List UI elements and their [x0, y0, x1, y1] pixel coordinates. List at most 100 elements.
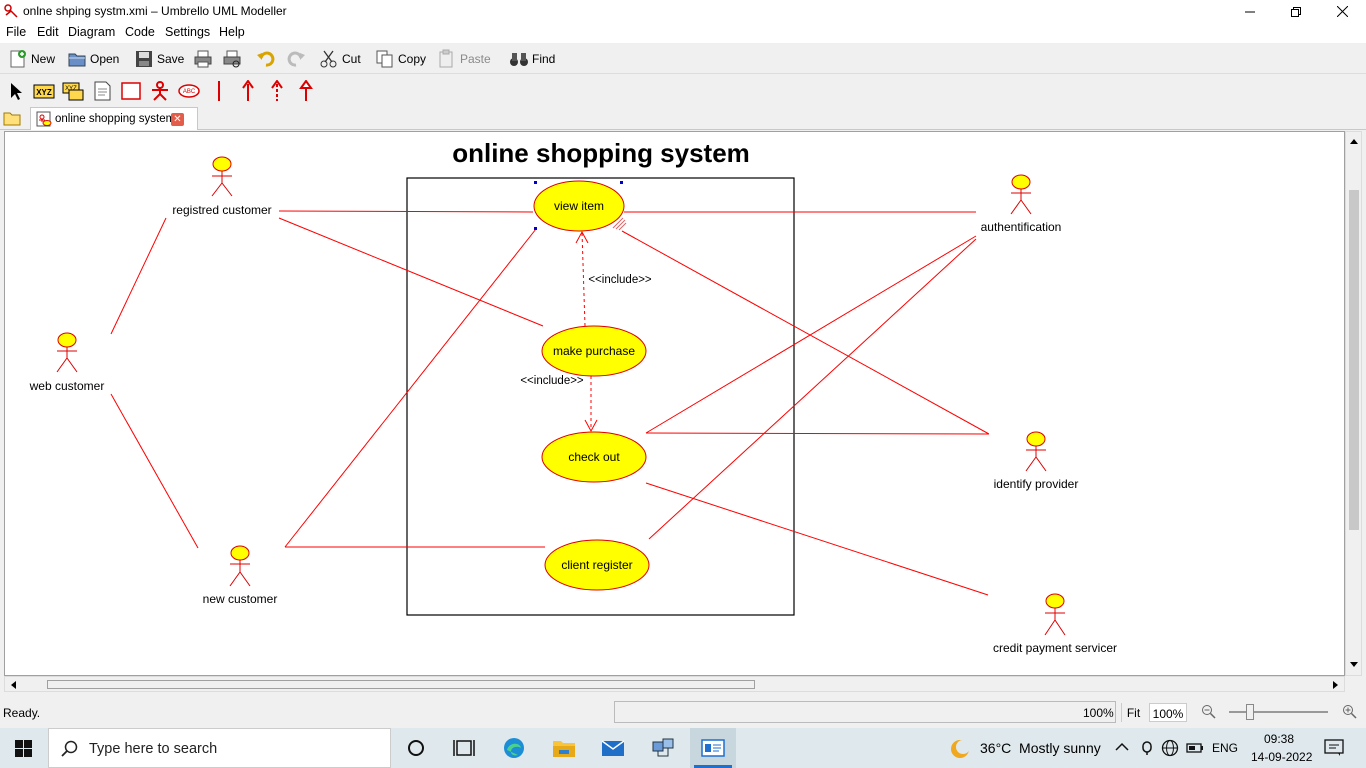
save-button[interactable]: Save: [134, 48, 184, 70]
zoom-input[interactable]: 100%: [1149, 703, 1187, 722]
taskbar-active-app[interactable]: [690, 728, 736, 768]
use-case-icon[interactable]: ABC: [178, 80, 200, 102]
menu-help[interactable]: Help: [219, 25, 245, 39]
tab-label: online shopping system: [55, 113, 176, 125]
menu-diagram[interactable]: Diagram: [68, 25, 115, 39]
minimize-button[interactable]: [1227, 0, 1273, 23]
weather-sun-icon[interactable]: [949, 738, 971, 760]
horizontal-scroll-thumb[interactable]: [47, 680, 755, 689]
clock-date[interactable]: 14-09-2022: [1251, 750, 1312, 764]
mail-icon[interactable]: [600, 736, 626, 760]
windows-start-icon[interactable]: [15, 740, 32, 757]
use-case-make-purchase[interactable]: make purchase: [541, 325, 647, 377]
close-button[interactable]: [1319, 0, 1365, 23]
restore-button[interactable]: [1273, 0, 1319, 23]
actor-authentification[interactable]: authentification: [981, 174, 1062, 234]
association-line[interactable]: [284, 228, 537, 548]
use-case-view-item[interactable]: view item: [533, 180, 627, 232]
file-explorer-icon[interactable]: [551, 736, 577, 760]
actor-registred-customer[interactable]: registred customer: [172, 156, 272, 217]
use-case-check-out[interactable]: check out: [541, 431, 647, 483]
fit-button[interactable]: Fit: [1121, 703, 1145, 722]
select-pointer-icon[interactable]: [5, 80, 27, 102]
open-button[interactable]: Open: [67, 48, 119, 70]
clock-time[interactable]: 09:38: [1264, 732, 1294, 746]
scroll-right-icon[interactable]: [1332, 680, 1340, 690]
copy-button[interactable]: Copy: [375, 48, 426, 70]
class-xyz-icon[interactable]: XYZ: [33, 80, 55, 102]
association-line[interactable]: [648, 238, 977, 540]
association-line[interactable]: [645, 482, 989, 596]
include-label: <<include>>: [588, 274, 652, 286]
association-line[interactable]: [645, 235, 977, 434]
generalization-icon[interactable]: [295, 80, 317, 102]
svg-text:new customer: new customer: [203, 592, 278, 606]
diagram-canvas[interactable]: online shopping system <<include>> <<inc…: [4, 131, 1345, 676]
find-button[interactable]: Find: [509, 48, 555, 70]
task-view-icon[interactable]: [451, 736, 477, 760]
association-line[interactable]: [278, 210, 534, 213]
selection-handle[interactable]: [534, 181, 537, 184]
print-button[interactable]: [193, 48, 213, 70]
association-line[interactable]: [645, 432, 990, 435]
actor-credit-payment-servicer[interactable]: credit payment servicer: [993, 593, 1117, 655]
vertical-scrollbar[interactable]: [1345, 131, 1362, 676]
actor-icon[interactable]: [149, 80, 171, 102]
zoom-slider[interactable]: [1229, 711, 1328, 713]
use-case-client-register[interactable]: client register: [544, 539, 650, 591]
selection-handle[interactable]: [620, 181, 623, 184]
menu-file[interactable]: File: [6, 25, 26, 39]
title-bar: onlne shping systm.xmi – Umbrello UML Mo…: [0, 0, 1366, 23]
redo-icon: [287, 51, 305, 67]
directed-association-icon[interactable]: [237, 80, 259, 102]
meet-now-icon[interactable]: [1140, 740, 1154, 756]
horizontal-scrollbar[interactable]: [4, 676, 1345, 692]
restore-icon: [1291, 6, 1301, 17]
chevron-up-icon[interactable]: [1115, 742, 1129, 752]
network-app-icon[interactable]: [650, 736, 676, 760]
zoom-slider-handle[interactable]: [1246, 704, 1254, 720]
box-icon[interactable]: [120, 80, 142, 102]
tab-online-shopping-system[interactable]: online shopping system ✕: [30, 107, 198, 130]
association-line[interactable]: [278, 217, 544, 327]
zoom-out-icon[interactable]: [1201, 704, 1217, 720]
include-line[interactable]: [581, 231, 586, 327]
association-line[interactable]: [110, 217, 167, 335]
cut-button[interactable]: Cut: [319, 48, 361, 70]
edge-browser-icon[interactable]: [501, 736, 527, 760]
paste-button[interactable]: Paste: [437, 48, 491, 70]
association-line[interactable]: [110, 393, 199, 549]
association-icon[interactable]: [208, 80, 230, 102]
scroll-down-icon[interactable]: [1349, 661, 1359, 669]
language-indicator[interactable]: ENG: [1212, 741, 1238, 755]
note-icon[interactable]: [91, 80, 113, 102]
zoom-level: 100%: [1083, 706, 1114, 720]
tab-close-icon[interactable]: ✕: [171, 113, 184, 126]
scroll-left-icon[interactable]: [9, 680, 17, 690]
scroll-up-icon[interactable]: [1349, 137, 1359, 145]
undo-button[interactable]: [256, 48, 276, 70]
new-tab-folder-icon[interactable]: [3, 110, 21, 126]
menu-settings[interactable]: Settings: [165, 25, 210, 39]
menu-code[interactable]: Code: [125, 25, 155, 39]
interface-xyz-icon[interactable]: XYZ: [62, 80, 84, 102]
actor-web-customer[interactable]: web customer: [29, 332, 105, 393]
vertical-scroll-thumb[interactable]: [1349, 190, 1359, 530]
battery-icon[interactable]: [1186, 741, 1204, 755]
actor-stick-figure-icon: [229, 545, 251, 587]
redo-button[interactable]: [286, 48, 306, 70]
print-preview-button[interactable]: [222, 48, 242, 70]
use-case-diagram: online shopping system <<include>> <<inc…: [29, 138, 1117, 655]
network-globe-icon[interactable]: [1161, 739, 1179, 757]
new-button[interactable]: New: [8, 48, 55, 70]
cortana-icon[interactable]: [403, 736, 429, 760]
notifications-icon[interactable]: [1324, 739, 1344, 757]
weather-text[interactable]: 36°C Mostly sunny: [980, 740, 1101, 756]
actor-new-customer[interactable]: new customer: [203, 545, 278, 606]
dependency-icon[interactable]: [266, 80, 288, 102]
menu-edit[interactable]: Edit: [37, 25, 59, 39]
selection-handle[interactable]: [534, 227, 537, 230]
taskbar-search-box[interactable]: Type here to search: [48, 728, 391, 768]
zoom-in-icon[interactable]: [1342, 704, 1358, 720]
actor-identify-provider[interactable]: identify provider: [994, 431, 1079, 491]
